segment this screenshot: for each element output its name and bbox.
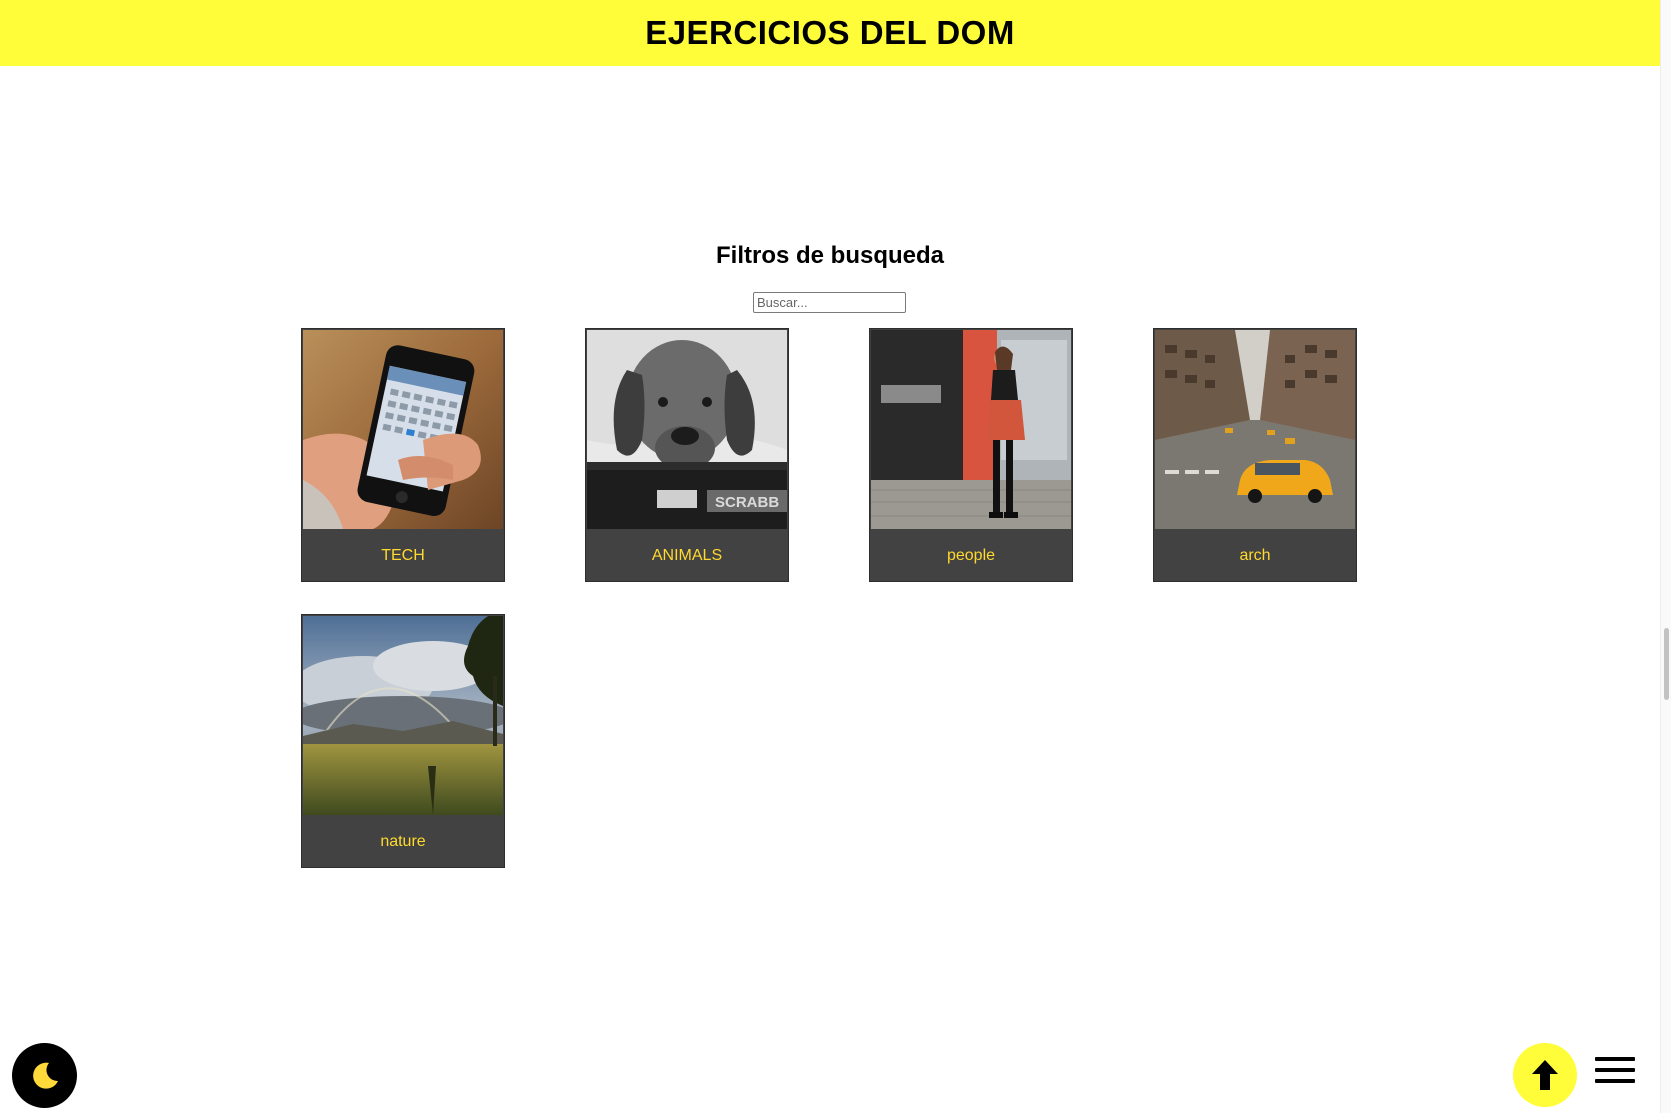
site-header: EJERCICIOS DEL DOM: [0, 0, 1660, 66]
filters-title: Filtros de busqueda: [715, 242, 945, 269]
smartphone-photo: [303, 330, 503, 529]
svg-text:SCRABB: SCRABB: [715, 494, 779, 511]
card-label: TECH: [381, 546, 425, 564]
menu-button[interactable]: [1593, 1055, 1637, 1087]
card-image-people: [871, 330, 1071, 529]
card-label: arch: [1239, 546, 1271, 564]
card-label: nature: [380, 832, 426, 850]
woman-street-photo: [871, 330, 1071, 529]
moon-icon: [32, 1062, 58, 1089]
landscape-photo: [303, 616, 503, 815]
scrollbar-thumb[interactable]: [1664, 628, 1669, 700]
card-arch[interactable]: arch: [1153, 328, 1357, 582]
card-people[interactable]: people: [869, 328, 1073, 582]
arrow-up-icon: [1532, 1060, 1558, 1090]
dark-mode-button[interactable]: [12, 1043, 77, 1108]
card-nature[interactable]: nature: [301, 614, 505, 868]
scroll-top-button[interactable]: [1513, 1043, 1577, 1107]
card-image-tech: [303, 330, 503, 529]
card-image-nature: [303, 616, 503, 815]
page-title: EJERCICIOS DEL DOM: [645, 14, 1015, 51]
dog-photo: SCRABB: [587, 330, 787, 529]
search-input[interactable]: [753, 292, 906, 313]
city-taxi-photo: [1155, 330, 1355, 529]
card-image-arch: [1155, 330, 1355, 529]
card-label: ANIMALS: [651, 546, 723, 564]
scrollbar-track[interactable]: [1660, 0, 1671, 1113]
card-label: people: [946, 546, 996, 564]
card-animals[interactable]: SCRABB ANIMALS: [585, 328, 789, 582]
card-image-animals: SCRABB: [587, 330, 787, 529]
card-tech[interactable]: TECH: [301, 328, 505, 582]
